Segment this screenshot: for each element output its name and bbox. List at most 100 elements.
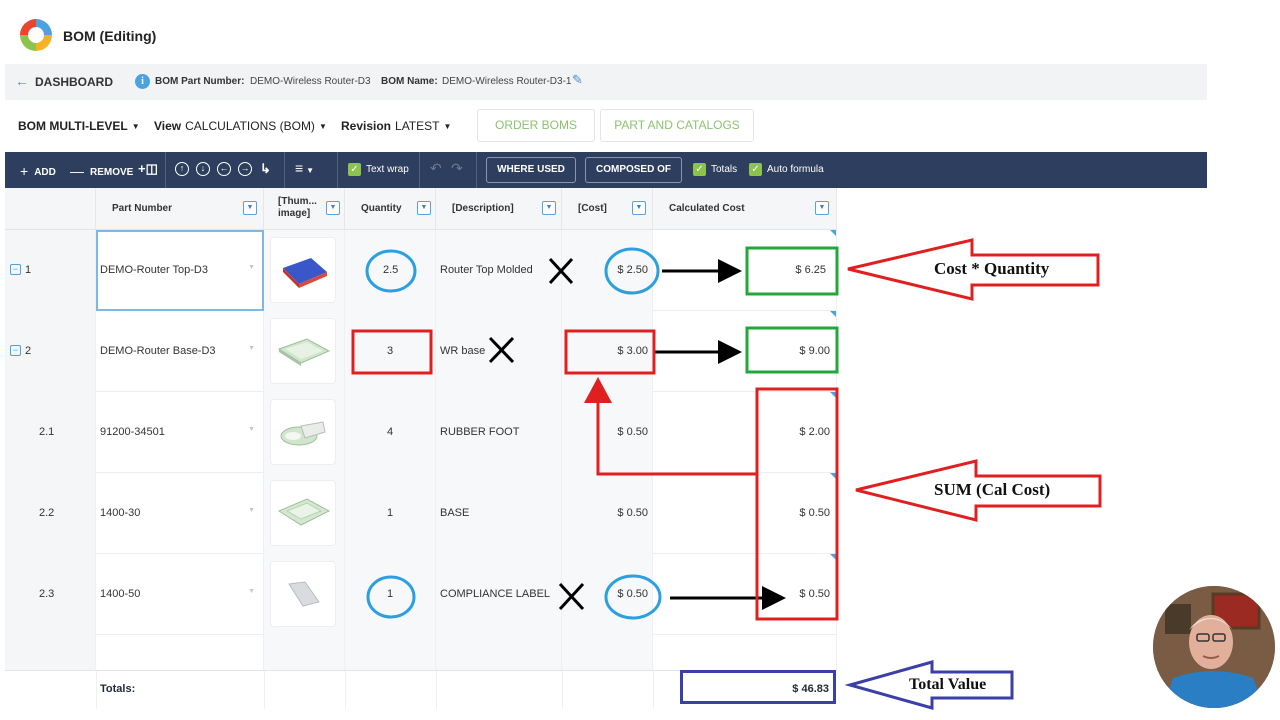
- move-down-icon[interactable]: ↓: [196, 162, 210, 176]
- move-up-icon[interactable]: ↑: [175, 162, 189, 176]
- toolbar-divider: [476, 152, 477, 188]
- description-cell[interactable]: Router Top Molded: [436, 230, 562, 311]
- cost-cell[interactable]: [562, 635, 653, 670]
- back-arrow-icon[interactable]: ←: [15, 73, 29, 89]
- table-row[interactable]: [5, 635, 837, 670]
- quantity-cell[interactable]: 2.5: [345, 230, 436, 311]
- filter-icon[interactable]: ▼: [815, 201, 829, 215]
- totals-checkbox[interactable]: ✓: [693, 163, 706, 176]
- quantity-header-label: Quantity: [361, 203, 402, 214]
- text-wrap-checkbox[interactable]: ✓: [348, 163, 361, 176]
- thumbnail-image[interactable]: [270, 318, 336, 384]
- cost-cell[interactable]: $ 2.50: [562, 230, 653, 311]
- quantity-cell[interactable]: 4: [345, 392, 436, 473]
- app-logo-icon[interactable]: [17, 16, 55, 54]
- calculated-cost-value: $ 2.00: [799, 426, 830, 438]
- info-icon[interactable]: i: [135, 74, 150, 89]
- thumbnail-image[interactable]: [270, 480, 336, 546]
- thumbnail-cell: [264, 392, 345, 473]
- calculated-cost-column-header[interactable]: Calculated Cost ▼: [653, 188, 837, 230]
- view-dropdown[interactable]: View CALCULATIONS (BOM) ▼: [154, 119, 327, 133]
- quantity-cell[interactable]: 3: [345, 311, 436, 392]
- filter-icon[interactable]: ▼: [326, 201, 340, 215]
- part-and-catalogs-button[interactable]: PART AND CATALOGS: [600, 109, 754, 142]
- remove-button[interactable]: — REMOVE: [70, 163, 133, 179]
- align-icon[interactable]: ≡ ▼: [295, 160, 314, 176]
- child-arrow-icon[interactable]: ↳: [260, 161, 271, 177]
- app-bar: BOM (Editing): [0, 0, 1280, 64]
- part-number-cell[interactable]: DEMO-Router Base-D3 ▼: [96, 311, 264, 392]
- cost-column-header[interactable]: [Cost] ▼: [562, 188, 653, 230]
- table-row[interactable]: − 2 DEMO-Router Base-D3 ▼ 3 WR base $ 3.…: [5, 311, 837, 392]
- auto-formula-checkbox[interactable]: ✓: [749, 163, 762, 176]
- description-cell[interactable]: BASE: [436, 473, 562, 554]
- revision-dropdown[interactable]: Revision LATEST ▼: [341, 119, 451, 133]
- table-row[interactable]: 2.3 1400-50 ▼ 1 COMPLIANCE LABEL $ 0.50 …: [5, 554, 837, 635]
- part-number-cell[interactable]: DEMO-Router Top-D3 ▼: [96, 230, 264, 311]
- description-value: Router Top Molded: [440, 264, 533, 276]
- cost-cell[interactable]: $ 0.50: [562, 392, 653, 473]
- cell-dropdown-icon[interactable]: ▼: [248, 345, 255, 352]
- redo-icon[interactable]: ↷: [451, 160, 463, 177]
- presenter-webcam: [1153, 586, 1275, 708]
- quantity-column-header[interactable]: Quantity ▼: [345, 188, 436, 230]
- toolbar-divider: [337, 152, 338, 188]
- quantity-cell[interactable]: [345, 635, 436, 670]
- description-cell[interactable]: [436, 635, 562, 670]
- bom-level-dropdown[interactable]: BOM MULTI-LEVEL ▼: [18, 119, 140, 133]
- edit-pencil-icon[interactable]: ✎: [572, 72, 583, 88]
- cost-cell[interactable]: $ 0.50: [562, 554, 653, 635]
- row-index-cell: 2.3: [5, 554, 96, 635]
- dashboard-link[interactable]: DASHBOARD: [35, 75, 113, 89]
- filter-icon[interactable]: ▼: [417, 201, 431, 215]
- filter-icon[interactable]: ▼: [243, 201, 257, 215]
- where-used-button[interactable]: WHERE USED: [486, 157, 576, 183]
- filter-icon[interactable]: ▼: [542, 201, 556, 215]
- part-number-column-header[interactable]: Part Number ▼: [96, 188, 264, 230]
- part-number-cell[interactable]: 91200-34501 ▼: [96, 392, 264, 473]
- thumbnail-image[interactable]: [270, 399, 336, 465]
- cost-cell[interactable]: $ 3.00: [562, 311, 653, 392]
- filter-icon[interactable]: ▼: [632, 201, 646, 215]
- insert-column-icon[interactable]: +◫: [138, 161, 158, 177]
- composed-of-button[interactable]: COMPOSED OF: [585, 157, 682, 183]
- bom-name-value: DEMO-Wireless Router-D3-1: [442, 76, 572, 87]
- quantity-cell[interactable]: 1: [345, 473, 436, 554]
- part-number-header-label: Part Number: [112, 203, 173, 214]
- outdent-icon[interactable]: ←: [217, 162, 231, 176]
- order-boms-button[interactable]: ORDER BOMS: [477, 109, 595, 142]
- cost-value: $ 3.00: [617, 345, 648, 357]
- thumbnail-column-header[interactable]: [Thum... image] ▼: [264, 188, 345, 230]
- collapse-icon[interactable]: −: [10, 264, 21, 275]
- description-cell[interactable]: COMPLIANCE LABEL: [436, 554, 562, 635]
- part-number-value: 1400-50: [100, 588, 141, 600]
- part-number-cell[interactable]: 1400-30 ▼: [96, 473, 264, 554]
- description-cell[interactable]: RUBBER FOOT: [436, 392, 562, 473]
- row-index-cell: [5, 635, 96, 670]
- part-number-cell[interactable]: [96, 635, 264, 670]
- undo-icon[interactable]: ↶: [430, 160, 442, 177]
- description-value: WR base: [440, 345, 486, 357]
- add-button[interactable]: + ADD: [20, 163, 56, 179]
- collapse-icon[interactable]: −: [10, 345, 21, 356]
- cell-dropdown-icon[interactable]: ▼: [248, 426, 255, 433]
- cell-dropdown-icon[interactable]: ▼: [248, 588, 255, 595]
- quantity-cell[interactable]: 1: [345, 554, 436, 635]
- thumbnail-image[interactable]: [270, 237, 336, 303]
- base-image: [277, 498, 331, 526]
- table-row[interactable]: − 1 DEMO-Router Top-D3 ▼ 2.5 Router Top …: [5, 230, 837, 311]
- indent-icon[interactable]: →: [238, 162, 252, 176]
- formula-marker: [830, 554, 836, 560]
- thumbnail-cell: [264, 554, 345, 635]
- table-row[interactable]: 2.2 1400-30 ▼ 1 BASE $ 0.50 $ 0.50: [5, 473, 837, 554]
- part-number-cell[interactable]: 1400-50 ▼: [96, 554, 264, 635]
- description-column-header[interactable]: [Description] ▼: [436, 188, 562, 230]
- row-index: 2.1: [39, 426, 55, 438]
- thumbnail-image[interactable]: [270, 561, 336, 627]
- thumbnail-header-label: [Thum... image]: [278, 196, 317, 220]
- cell-dropdown-icon[interactable]: ▼: [248, 264, 255, 271]
- table-row[interactable]: 2.1 91200-34501 ▼ 4 RUBBER FOOT $ 0.50 $…: [5, 392, 837, 473]
- cost-cell[interactable]: $ 0.50: [562, 473, 653, 554]
- description-cell[interactable]: WR base: [436, 311, 562, 392]
- cell-dropdown-icon[interactable]: ▼: [248, 507, 255, 514]
